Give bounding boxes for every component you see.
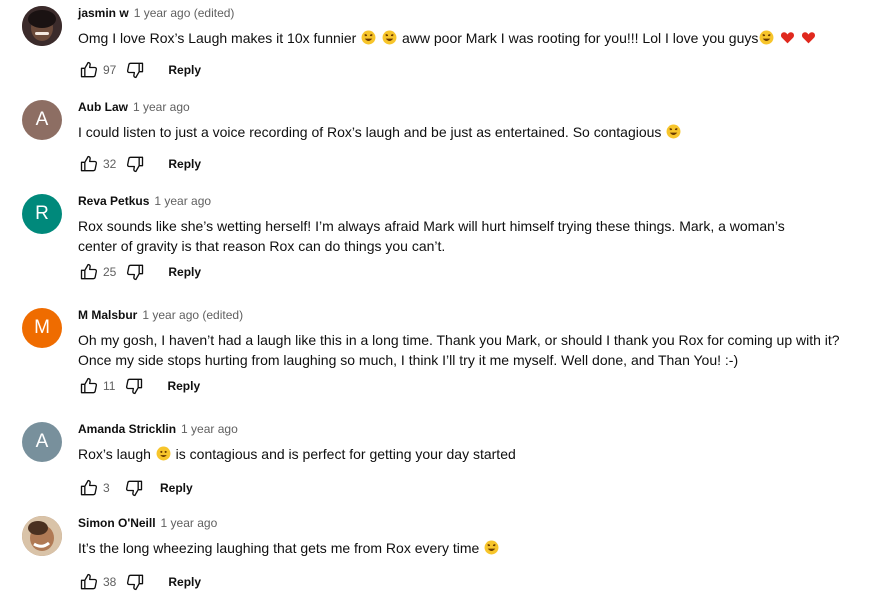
comment-header: Simon O'Neill 1 year ago <box>78 516 864 532</box>
comment-text-line: Rox’s laugh is contagious and is perfect… <box>78 446 516 462</box>
avatar-letter: A <box>35 109 49 130</box>
comment-timestamp[interactable]: 1 year ago <box>154 194 211 208</box>
dislike-button[interactable] <box>124 59 146 81</box>
thumbs-down-icon <box>124 376 144 396</box>
comment-header: Amanda Stricklin 1 year ago <box>78 422 864 438</box>
comment-text-line: It’s the long wheezing laughing that get… <box>78 538 864 558</box>
like-count: 3 <box>103 481 110 495</box>
comment-text: Rox’s laugh is contagious and is perfect… <box>78 444 864 464</box>
comment-body: Aub Law 1 year ago I could listen to just … <box>78 100 864 173</box>
avatar[interactable] <box>22 6 62 46</box>
comment-body: Reva Petkus 1 year ago Rox sounds like she… <box>78 194 864 281</box>
avatar[interactable]: A <box>22 100 62 140</box>
avatar-letter: R <box>35 203 49 224</box>
avatar[interactable]: R <box>22 194 62 234</box>
avatar[interactable]: A <box>22 422 62 462</box>
comment-text: It’s the long wheezing laughing that get… <box>78 538 864 558</box>
thumbs-up-icon <box>79 376 99 396</box>
author-name[interactable]: jasmin w <box>78 6 129 20</box>
comment-timestamp[interactable]: 1 year ago (edited) <box>142 308 243 322</box>
comment-header: jasmin w 1 year ago (edited) <box>78 6 864 22</box>
like-count: 38 <box>103 575 117 589</box>
comment-text: Oh my gosh, I haven’t had a laugh like t… <box>78 330 864 370</box>
comment-timestamp[interactable]: 1 year ago <box>161 516 218 530</box>
comment-header: Reva Petkus 1 year ago <box>78 194 864 210</box>
laughing-emoji-icon <box>665 124 682 140</box>
comment-timestamp[interactable]: 1 year ago <box>133 100 190 114</box>
comment-body: jasmin w 1 year ago (edited) Omg I love Ro… <box>78 6 864 79</box>
comment-text-line: Once my side stops hurting from laughing… <box>78 352 739 368</box>
like-button[interactable] <box>78 261 100 283</box>
dislike-button[interactable] <box>124 571 146 593</box>
comment-text: Omg I love Rox’s Laugh makes it 10x funn… <box>78 28 864 48</box>
heart-emoji-icon <box>779 30 796 46</box>
comment-actions: 97 Reply <box>78 58 201 82</box>
laughing-emoji-icon <box>381 30 398 46</box>
comment-actions: 25 Reply <box>78 260 201 284</box>
author-name[interactable]: Reva Petkus <box>78 194 149 208</box>
comment-actions: 3 Reply <box>78 476 193 500</box>
like-button[interactable] <box>78 375 100 397</box>
thumbs-down-icon <box>125 60 145 80</box>
like-button[interactable] <box>78 477 100 499</box>
laughing-emoji-icon <box>483 540 500 556</box>
reply-button[interactable]: Reply <box>168 157 201 171</box>
like-button[interactable] <box>78 59 100 81</box>
laughing-emoji-icon <box>758 30 775 46</box>
avatar-letter: M <box>34 317 50 338</box>
thumbs-up-icon <box>79 60 99 80</box>
author-name[interactable]: Simon O'Neill <box>78 516 156 530</box>
comment-text-line: Oh my gosh, I haven’t had a laugh like t… <box>78 332 840 348</box>
comment-actions: 11 Reply <box>78 374 200 398</box>
comment-text: Rox sounds like she’s wetting herself! I… <box>78 216 864 256</box>
avatar[interactable] <box>22 516 62 556</box>
laughing-emoji-icon <box>360 30 377 46</box>
avatar-letter: A <box>35 431 49 452</box>
thumbs-down-icon <box>125 154 145 174</box>
reply-button[interactable]: Reply <box>168 575 201 589</box>
comment-text: I could listen to just a voice recording… <box>78 122 864 142</box>
comment-actions: 32 Reply <box>78 152 201 176</box>
comment-timestamp[interactable]: 1 year ago (edited) <box>134 6 235 20</box>
comment-header: Aub Law 1 year ago <box>78 100 864 116</box>
reply-button[interactable]: Reply <box>167 379 200 393</box>
comment-text-line: Omg I love Rox’s Laugh makes it 10x funn… <box>78 28 864 48</box>
like-button[interactable] <box>78 571 100 593</box>
like-button[interactable] <box>78 153 100 175</box>
dislike-button[interactable] <box>124 153 146 175</box>
reply-button[interactable]: Reply <box>160 481 193 495</box>
comment-text-line: I could listen to just a voice recording… <box>78 122 864 142</box>
thumbs-down-icon <box>125 572 145 592</box>
comment-text-line: center of gravity is that reason Rox can… <box>78 238 446 254</box>
comment-body: Simon O'Neill 1 year ago It’s the long whe… <box>78 516 864 591</box>
avatar[interactable]: M <box>22 308 62 348</box>
author-name[interactable]: M Malsbur <box>78 308 137 322</box>
comment-timestamp[interactable]: 1 year ago <box>181 422 238 436</box>
comment-actions: 38 Reply <box>78 570 201 594</box>
like-count: 11 <box>103 379 116 393</box>
like-count: 25 <box>103 265 117 279</box>
author-name[interactable]: Aub Law <box>78 100 128 114</box>
thumbs-up-icon <box>79 478 99 498</box>
reply-button[interactable]: Reply <box>168 265 201 279</box>
comment-text-line: Rox sounds like she’s wetting herself! I… <box>78 218 785 234</box>
dislike-button[interactable] <box>123 375 145 397</box>
thumbs-up-icon <box>79 262 99 282</box>
comment-header: M Malsbur 1 year ago (edited) <box>78 308 864 324</box>
thumbs-down-icon <box>125 262 145 282</box>
dislike-button[interactable] <box>123 477 145 499</box>
thumbs-down-icon <box>124 478 144 498</box>
dislike-button[interactable] <box>124 261 146 283</box>
author-name[interactable]: Amanda Stricklin <box>78 422 176 436</box>
smiley-emoji-icon <box>155 446 172 462</box>
comment-body: Amanda Stricklin 1 year ago Rox’s laugh is… <box>78 422 864 497</box>
heart-emoji-icon <box>800 30 817 46</box>
comment-body: M Malsbur 1 year ago (edited) Oh my gosh, … <box>78 308 864 395</box>
like-count: 97 <box>103 63 117 77</box>
thumbs-up-icon <box>79 572 99 592</box>
reply-button[interactable]: Reply <box>168 63 201 77</box>
thumbs-up-icon <box>79 154 99 174</box>
like-count: 32 <box>103 157 117 171</box>
